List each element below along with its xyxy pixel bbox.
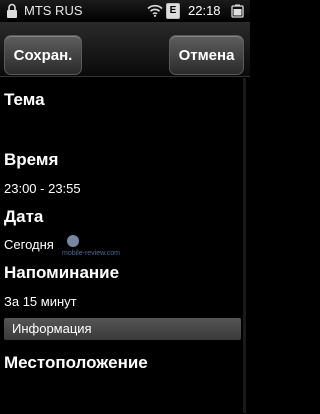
- date-field-label[interactable]: Дата: [4, 207, 43, 227]
- time-field-label[interactable]: Время: [4, 150, 58, 170]
- action-toolbar: Сохран. Отмена: [0, 22, 250, 77]
- scrollbar[interactable]: [243, 78, 246, 413]
- status-time: 22:18: [188, 3, 221, 18]
- cancel-button[interactable]: Отмена: [169, 35, 244, 75]
- location-field[interactable]: Местоположение: [4, 353, 148, 373]
- watermark-text: mobile-review.com: [62, 250, 120, 257]
- lock-icon: [7, 3, 17, 18]
- subject-field[interactable]: Тема: [4, 90, 45, 110]
- info-section-header: Информация: [4, 318, 241, 340]
- network-type-badge: E: [166, 3, 180, 19]
- time-field-value[interactable]: 23:00 - 23:55: [4, 181, 81, 196]
- reminder-field-value[interactable]: За 15 минут: [4, 294, 77, 309]
- info-section-label: Информация: [12, 321, 92, 336]
- carrier-name: MTS RUS: [24, 3, 83, 18]
- status-bar: MTS RUS E 22:18: [0, 0, 250, 22]
- save-button[interactable]: Сохран.: [4, 35, 82, 75]
- date-field-value[interactable]: Сегодня: [4, 237, 54, 252]
- wifi-icon: [147, 4, 163, 17]
- watermark-logo: [67, 235, 79, 247]
- battery-icon: [231, 4, 244, 18]
- reminder-field-label[interactable]: Напоминание: [4, 263, 119, 283]
